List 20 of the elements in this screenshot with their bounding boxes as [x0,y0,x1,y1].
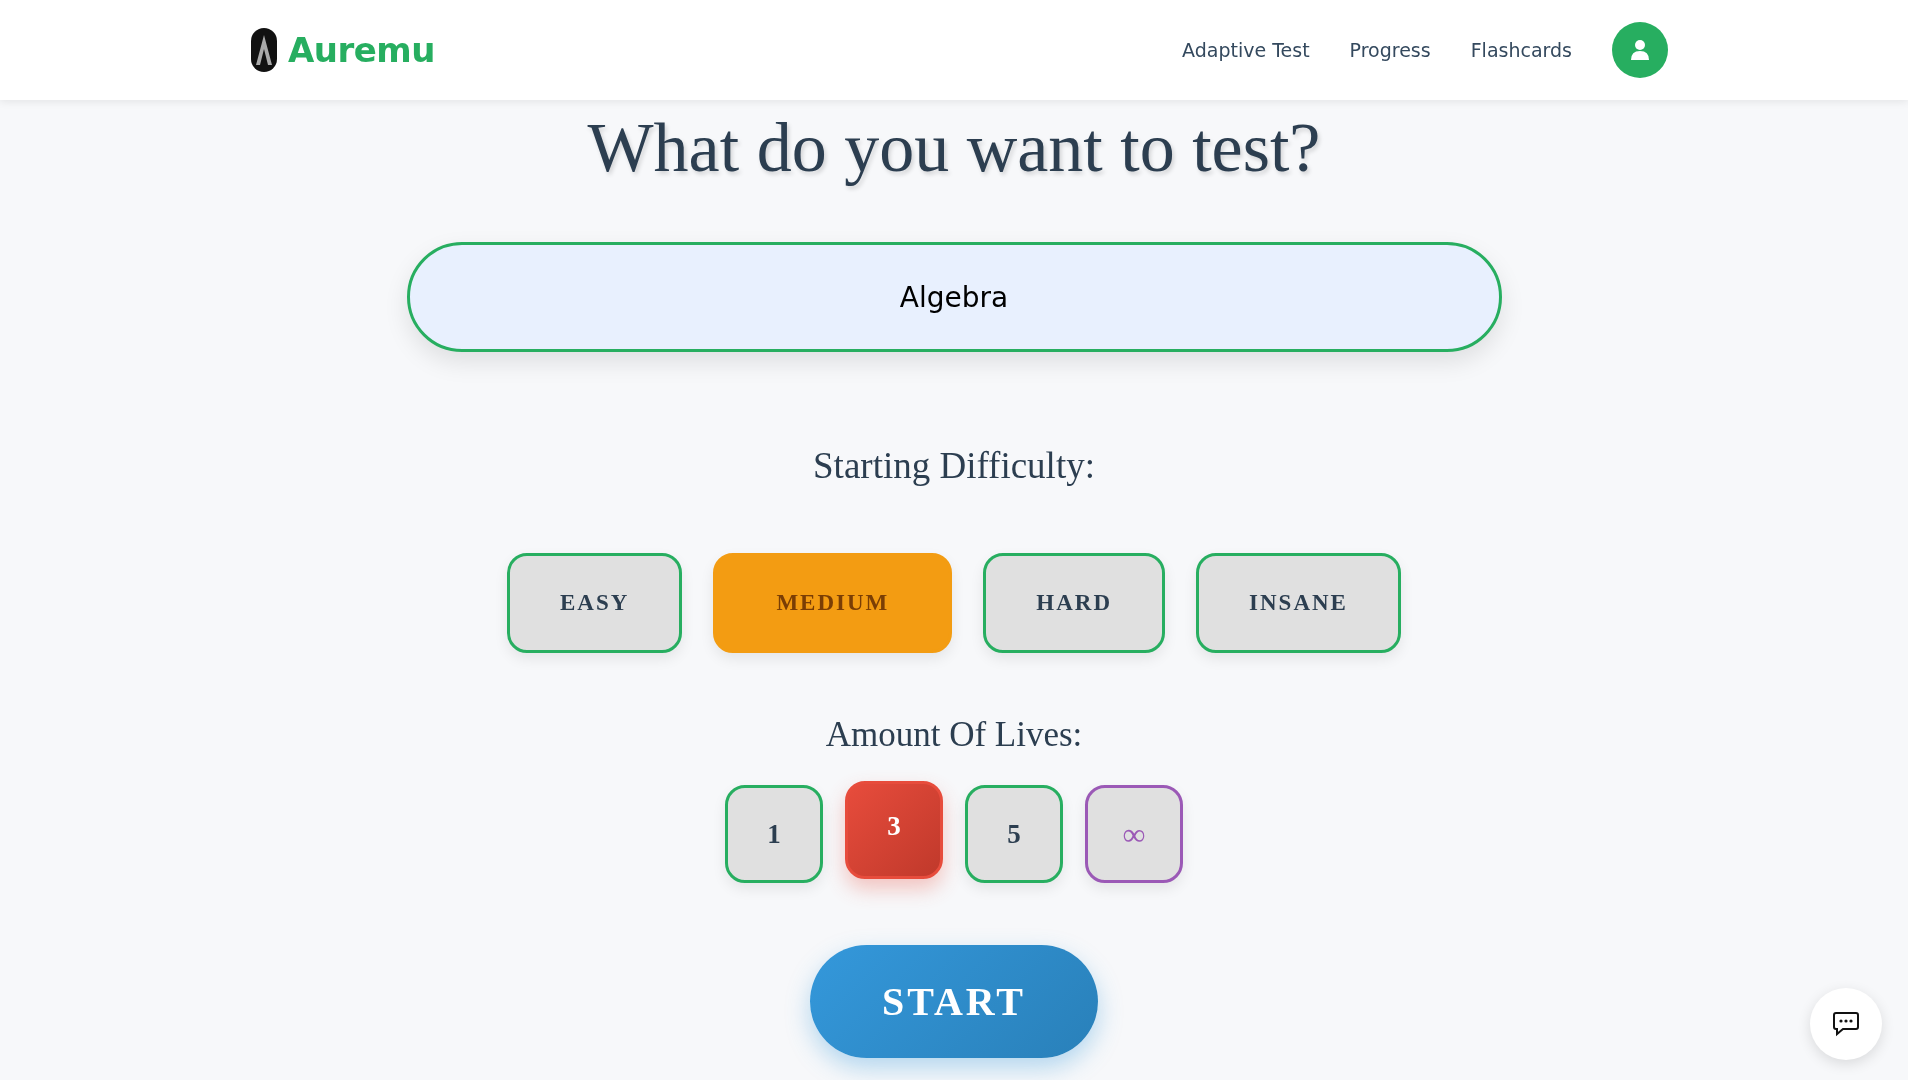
start-button[interactable]: START [810,945,1098,1058]
page-title: What do you want to test? [587,108,1321,188]
profile-button[interactable] [1612,22,1668,78]
user-icon [1628,38,1652,62]
chat-icon [1832,1011,1860,1037]
lives-label: Amount Of Lives: [825,715,1083,755]
nav-link[interactable]: Progress [1349,39,1431,61]
topic-input-field[interactable]: Algebra [406,242,1502,352]
logo-icon [250,27,278,73]
difficulty-button[interactable]: INSANE [1196,553,1401,653]
lives-button[interactable]: 3 [845,781,943,879]
difficulty-button[interactable]: HARD [983,553,1166,653]
difficulty-label: Starting Difficulty: [813,444,1095,487]
lives-button[interactable]: 1 [725,785,823,883]
difficulty-button[interactable]: MEDIUM [713,553,953,653]
lives-button[interactable]: ∞ [1085,785,1183,883]
nav-link[interactable]: Adaptive Test [1182,39,1310,61]
difficulty-button[interactable]: EASY [507,553,683,653]
lives-button[interactable]: 5 [965,785,1063,883]
nav-link[interactable]: Flashcards [1470,39,1572,61]
